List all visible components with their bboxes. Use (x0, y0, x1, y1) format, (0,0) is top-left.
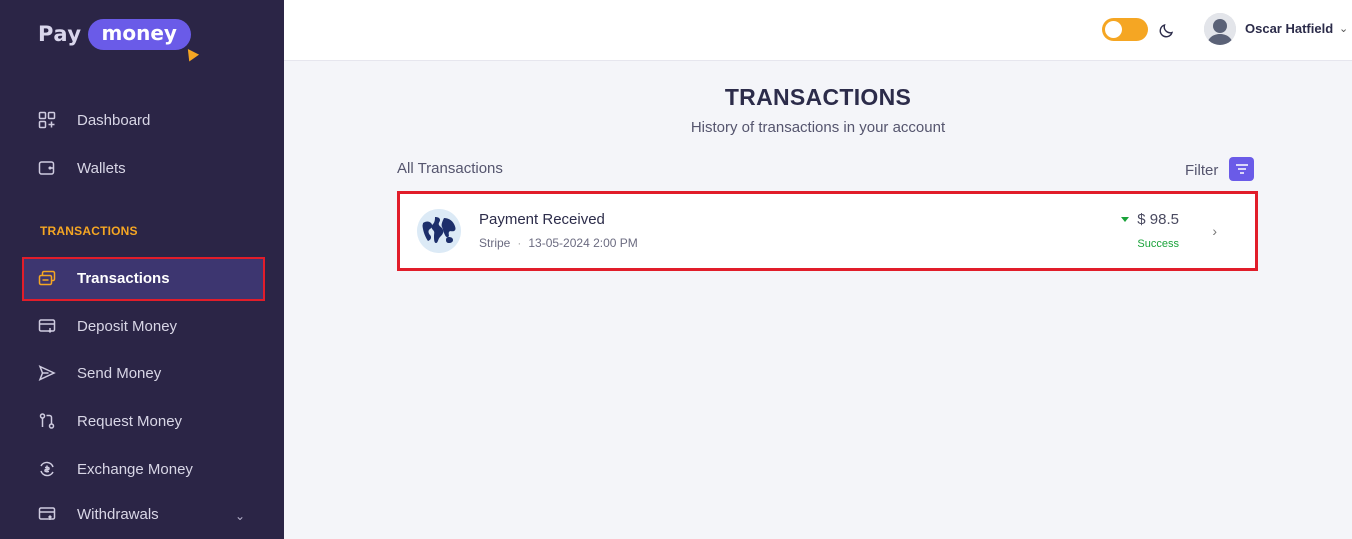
caret-down-icon (1121, 217, 1130, 222)
sidebar-section-transactions: TRANSACTIONS (40, 224, 138, 238)
sidebar-item-label: Withdrawals (77, 505, 159, 523)
avatar[interactable] (1204, 13, 1236, 45)
transaction-amount-value: $ 98.5 (1137, 211, 1179, 228)
transaction-amount: $ 98.5 (1121, 211, 1179, 228)
filter-label[interactable]: Filter (1185, 162, 1218, 179)
sidebar-item-exchange-money[interactable]: Exchange Money (38, 457, 193, 481)
filter-icon (1235, 164, 1248, 174)
withdraw-icon (38, 505, 56, 523)
transaction-datetime: 13-05-2024 2:00 PM (528, 236, 638, 250)
sidebar-item-wallets[interactable]: Wallets (38, 156, 126, 180)
sidebar-item-label: Exchange Money (77, 460, 193, 478)
sidebar-item-send-money[interactable]: Send Money (38, 361, 161, 385)
brand-logo[interactable]: Pay money (38, 17, 200, 61)
sidebar-item-withdrawals[interactable]: Withdrawals (38, 502, 159, 526)
top-bar: Oscar Hatfield ⌄ (284, 0, 1352, 61)
chevron-down-icon[interactable]: ⌄ (235, 509, 245, 523)
separator-dot: · (517, 236, 522, 250)
chevron-right-icon[interactable]: › (1212, 223, 1217, 239)
cursor-icon (182, 45, 200, 61)
sidebar-item-label: Request Money (77, 412, 183, 430)
status-badge: Success (1137, 238, 1179, 250)
transactions-icon (38, 269, 56, 287)
filter-button[interactable] (1229, 157, 1254, 181)
wallet-icon (38, 159, 56, 177)
sidebar-item-label: Send Money (77, 364, 162, 382)
user-menu-chevron-icon[interactable]: ⌄ (1339, 22, 1348, 35)
transaction-meta: Stripe · 13-05-2024 2:00 PM (479, 236, 638, 250)
sidebar-item-request-money[interactable]: Request Money (38, 409, 182, 433)
theme-toggle[interactable] (1102, 18, 1148, 41)
deposit-icon (38, 317, 56, 335)
transaction-title: Payment Received (479, 211, 605, 228)
sidebar-item-deposit-money[interactable]: Deposit Money (38, 314, 177, 338)
transaction-row[interactable]: Payment Received Stripe · 13-05-2024 2:0… (397, 191, 1258, 271)
globe-icon (417, 209, 461, 253)
transaction-method: Stripe (479, 236, 511, 250)
logo-pay-text: Pay (38, 22, 82, 46)
send-icon (38, 364, 56, 382)
dashboard-icon (38, 111, 56, 129)
logo-money-text: money (87, 18, 200, 61)
request-icon (38, 412, 56, 430)
sidebar-item-label: Deposit Money (77, 317, 178, 335)
sidebar-item-label: Transactions (77, 269, 170, 287)
page-subtitle: History of transactions in your account (690, 119, 946, 136)
sidebar-item-label: Dashboard (77, 111, 151, 129)
moon-icon[interactable] (1158, 21, 1176, 39)
exchange-icon (38, 460, 56, 478)
toggle-knob (1105, 21, 1122, 38)
list-label: All Transactions (397, 160, 503, 177)
sidebar-item-dashboard[interactable]: Dashboard (38, 108, 150, 132)
sidebar: Pay money Dashboard Wallets TRANSACTIONS… (0, 0, 284, 539)
sidebar-item-transactions[interactable]: Transactions (38, 266, 170, 290)
user-name[interactable]: Oscar Hatfield (1245, 21, 1333, 36)
page-title: TRANSACTIONS (724, 84, 912, 110)
sidebar-item-label: Wallets (77, 159, 126, 177)
